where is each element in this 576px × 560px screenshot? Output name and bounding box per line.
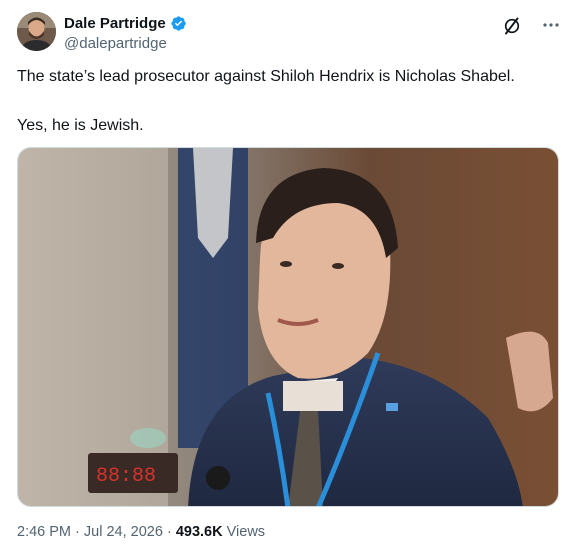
more-icon[interactable] <box>540 16 562 34</box>
photo-image: 88:88 <box>18 148 558 506</box>
tweet-card: Dale Partridge @dalepartridge The state’… <box>0 0 576 560</box>
tweet-date[interactable]: Jul 24, 2026 <box>84 524 163 540</box>
views-count: 493.6K <box>175 524 223 540</box>
person-avatar-icon <box>17 12 56 51</box>
display-name[interactable]: Dale Partridge <box>64 15 166 32</box>
tweet-time[interactable]: 2:46 PM <box>17 524 71 540</box>
avatar[interactable] <box>17 12 56 51</box>
svg-text:88:88: 88:88 <box>96 465 156 488</box>
meta-separator: · <box>75 524 80 540</box>
tweet-header: Dale Partridge @dalepartridge <box>17 12 562 54</box>
handle[interactable]: @dalepartridge <box>64 35 187 52</box>
author-names: Dale Partridge @dalepartridge <box>64 14 187 52</box>
verified-badge-icon[interactable] <box>170 15 187 32</box>
views-label: Views <box>226 524 266 540</box>
tweet-meta: 2:46 PM · Jul 24, 2026 · 493.6K Views <box>17 524 265 540</box>
tweet-paragraph: The state’s lead prosecutor against Shil… <box>17 68 515 85</box>
grok-icon[interactable] <box>502 16 522 36</box>
tweet-photo[interactable]: 88:88 <box>17 147 559 507</box>
meta-separator: · <box>166 524 172 540</box>
tweet-paragraph: Yes, he is Jewish. <box>17 117 144 134</box>
